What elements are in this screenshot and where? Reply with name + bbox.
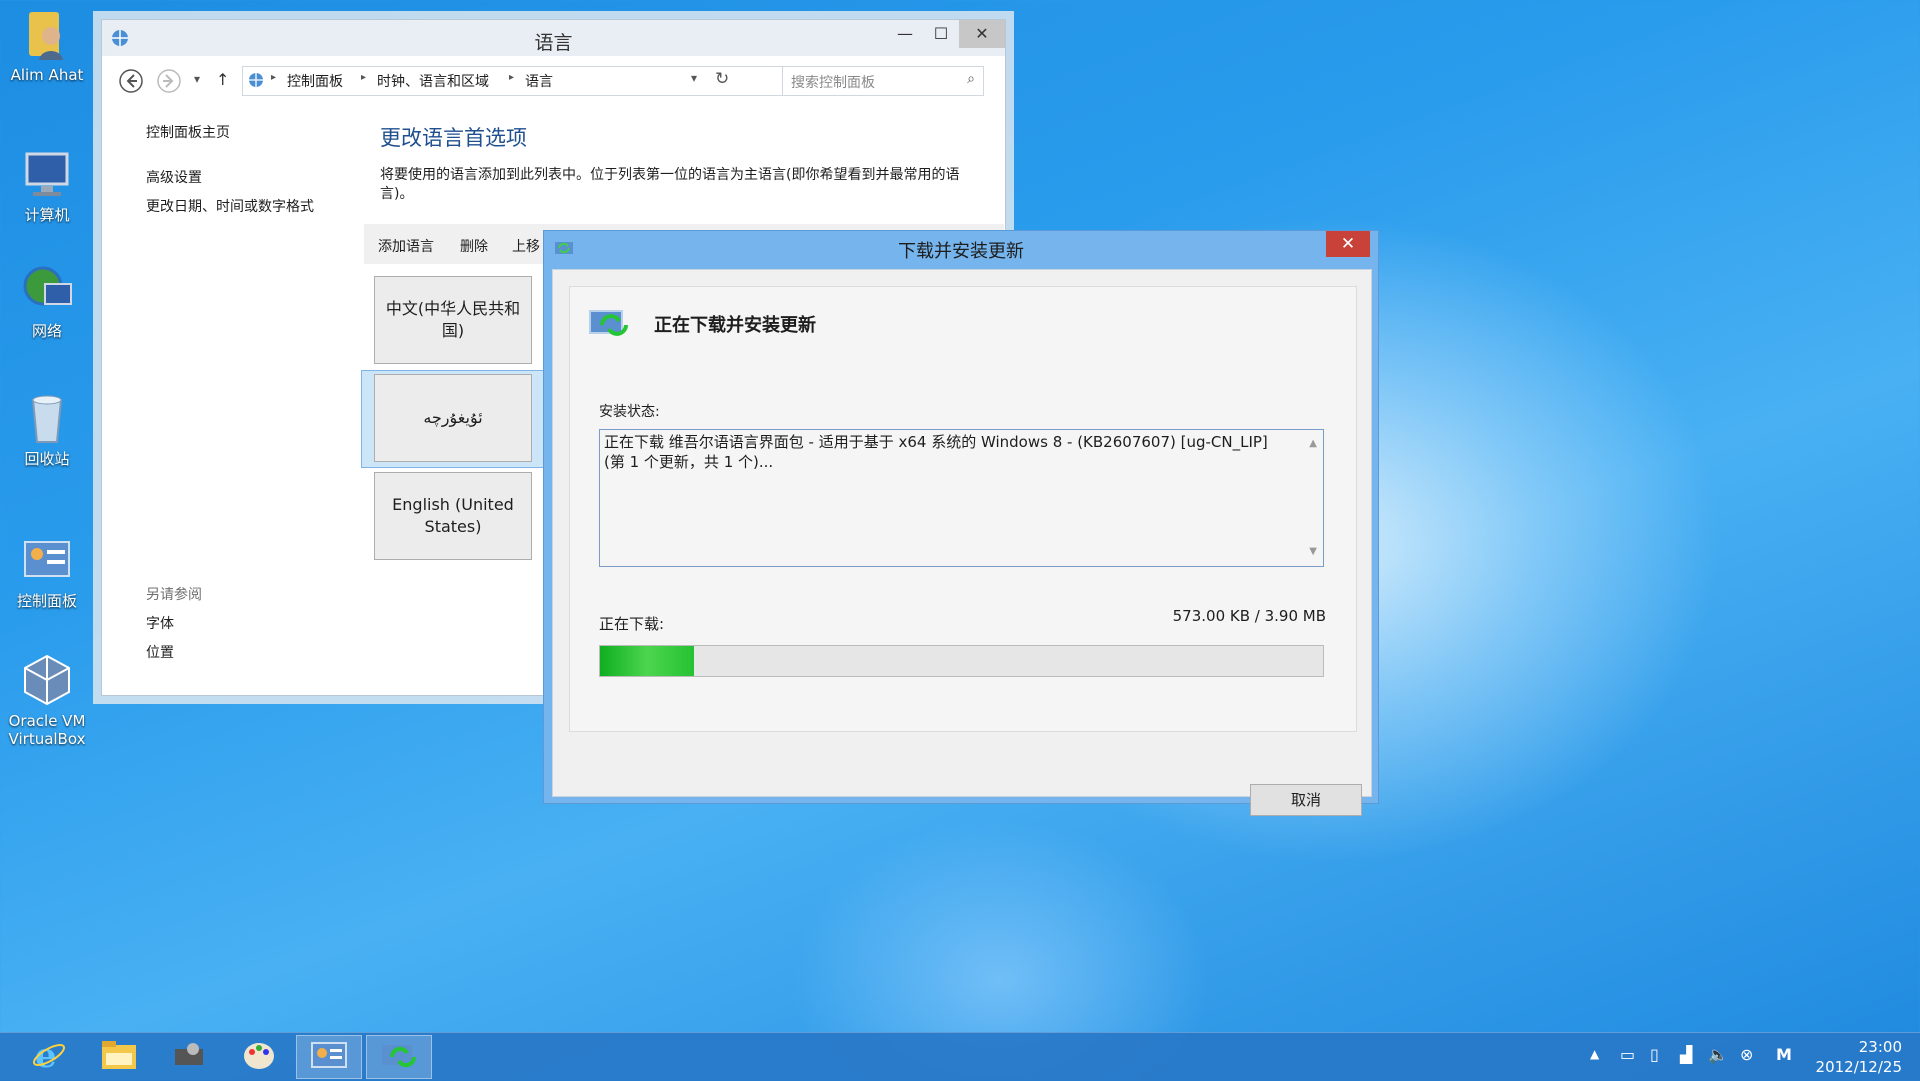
device-icon[interactable]: ▯: [1650, 1045, 1659, 1064]
chevron-right-icon: ▸: [361, 72, 367, 83]
move-up-button[interactable]: 上移: [512, 236, 540, 256]
desktop-icon-recycle[interactable]: 回收站: [6, 390, 88, 468]
minimize-button[interactable]: —: [887, 20, 923, 48]
dialog-body: 正在下载并安装更新 安装状态: 正在下载 维吾尔语语言界面包 - 适用于基于 x…: [552, 269, 1372, 816]
maximize-button[interactable]: ☐: [923, 20, 959, 48]
page-description: 将要使用的语言添加到此列表中。位于列表第一位的语言为主语言(即你希望看到并最常用…: [380, 167, 960, 202]
taskbar: e ▲ ▭ ▯ ▟ 🔈 ⊗ M 23:00 2012/12/25: [0, 1032, 1920, 1081]
nav-advanced-settings[interactable]: 高级设置: [146, 167, 202, 187]
dialog-heading: 正在下载并安装更新: [654, 315, 816, 336]
close-circle-icon[interactable]: ⊗: [1740, 1045, 1753, 1064]
download-progress-bar: [599, 645, 1324, 677]
remove-language-button[interactable]: 删除: [460, 236, 488, 256]
control-panel-icon: [310, 1039, 348, 1075]
desktop-icon-virtualbox[interactable]: Oracle VM VirtualBox: [6, 652, 88, 748]
dialog-close-button[interactable]: ✕: [1326, 231, 1370, 257]
breadcrumb-clock-language[interactable]: 时钟、语言和区域: [377, 71, 489, 91]
desktop-icon-label: Alim Ahat: [10, 66, 84, 84]
language-name: ئۇيغۇرچە: [423, 408, 483, 427]
nav-change-date-format[interactable]: 更改日期、时间或数字格式: [146, 196, 314, 216]
up-arrow-icon[interactable]: ↑: [216, 70, 229, 89]
breadcrumb-control-panel[interactable]: 控制面板: [287, 71, 343, 91]
volume-icon[interactable]: 🔈: [1708, 1045, 1728, 1064]
dialog-panel: 正在下载并安装更新 安装状态: 正在下载 维吾尔语语言界面包 - 适用于基于 x…: [569, 286, 1357, 732]
signal-icon[interactable]: ▟: [1680, 1045, 1692, 1064]
control-panel-icon: [19, 532, 75, 588]
file-explorer-icon: [100, 1039, 138, 1075]
desktop-icon-computer[interactable]: 计算机: [6, 146, 88, 224]
globe-icon: [247, 71, 265, 93]
taskbar-control-panel[interactable]: [296, 1035, 362, 1079]
search-input[interactable]: 搜索控制面板: [791, 72, 875, 92]
windows-update-icon: [380, 1039, 418, 1075]
search-icon[interactable]: ⌕: [967, 71, 975, 87]
paint-icon: [241, 1038, 277, 1076]
cancel-button[interactable]: 取消: [1250, 784, 1362, 816]
status-text: 正在下载 维吾尔语语言界面包 - 适用于基于 x64 系统的 Windows 8…: [604, 433, 1268, 471]
virtualbox-icon: [19, 652, 75, 708]
language-item-english[interactable]: English (United States): [374, 472, 532, 560]
desktop-icon-label: 网络: [31, 322, 62, 340]
language-item-uyghur[interactable]: ئۇيغۇرچە: [374, 374, 532, 462]
title-bar[interactable]: 语言 — ☐ ✕: [102, 20, 1005, 56]
progress-fill: [600, 646, 694, 676]
forward-icon[interactable]: [156, 68, 182, 98]
chevron-down-icon[interactable]: ▾: [691, 71, 697, 85]
scroll-up-icon[interactable]: ▲: [1309, 434, 1317, 454]
language-name: English (United States): [392, 495, 514, 536]
update-dialog: 下载并安装更新 ✕ 正在下载并安装更新 安装状态: 正在下载 维吾尔语语言界面包…: [543, 230, 1379, 816]
desktop-icon-label: Oracle VM VirtualBox: [8, 712, 86, 748]
taskbar-paint[interactable]: [226, 1035, 292, 1079]
taskbar-clock[interactable]: 23:00 2012/12/25: [1816, 1037, 1902, 1077]
download-size: 573.00 KB / 3.90 MB: [1172, 607, 1326, 625]
nav-control-panel-home[interactable]: 控制面板主页: [146, 122, 230, 142]
add-language-button[interactable]: 添加语言: [378, 236, 434, 256]
status-label: 安装状态:: [599, 404, 660, 420]
nav-fonts[interactable]: 字体: [146, 613, 174, 633]
desktop-icon-user[interactable]: Alim Ahat: [6, 6, 88, 84]
taskbar-internet-explorer[interactable]: e: [16, 1035, 82, 1079]
taskbar-windows-update[interactable]: [366, 1035, 432, 1079]
system-tool-icon: [171, 1039, 207, 1075]
internet-explorer-icon: e: [31, 1036, 67, 1077]
close-button[interactable]: ✕: [959, 20, 1005, 48]
address-bar[interactable]: ▸ 控制面板 ▸ 时钟、语言和区域 ▸ 语言 ▾ ↻: [242, 66, 842, 96]
dialog-title: 下载并安装更新: [898, 241, 1024, 262]
taskbar-system-tool[interactable]: [156, 1035, 222, 1079]
desktop-icon-label: 计算机: [24, 206, 70, 224]
recycle-bin-icon: [19, 390, 75, 446]
refresh-icon[interactable]: ↻: [715, 69, 729, 89]
scroll-down-icon[interactable]: ▼: [1309, 542, 1317, 562]
language-name: 中文(中华人民共和国): [385, 299, 521, 340]
nav-location[interactable]: 位置: [146, 642, 174, 662]
see-also-heading: 另请参阅: [146, 587, 202, 603]
desktop-icon-control-panel[interactable]: 控制面板: [6, 532, 88, 610]
window-title: 语言: [534, 32, 573, 54]
desktop-icon-network[interactable]: 网络: [6, 262, 88, 340]
language-item-chinese[interactable]: 中文(中华人民共和国): [374, 276, 532, 364]
show-hidden-icon[interactable]: ▲: [1590, 1047, 1599, 1061]
update-large-icon: [588, 307, 630, 345]
clock-date: 2012/12/25: [1815, 1058, 1902, 1076]
keyboard-icon[interactable]: ▭: [1620, 1045, 1635, 1064]
network-icon: [19, 262, 75, 318]
desktop-icon-label: 控制面板: [16, 592, 77, 610]
recent-dropdown-icon[interactable]: ▾: [194, 72, 200, 86]
downloading-label: 正在下载:: [599, 615, 665, 633]
chevron-right-icon: ▸: [271, 72, 277, 83]
breadcrumb-language[interactable]: 语言: [525, 71, 553, 91]
search-box[interactable]: 搜索控制面板 ⌕: [782, 66, 984, 96]
status-textarea[interactable]: 正在下载 维吾尔语语言界面包 - 适用于基于 x64 系统的 Windows 8…: [599, 429, 1324, 567]
page-title: 更改语言首选项: [380, 126, 527, 150]
desktop-icon-label: 回收站: [24, 450, 70, 468]
ime-icon[interactable]: M: [1776, 1045, 1792, 1064]
back-icon[interactable]: [118, 68, 144, 98]
user-folder-icon: [19, 6, 75, 62]
clock-time: 23:00: [1858, 1038, 1902, 1056]
chevron-right-icon: ▸: [509, 72, 515, 83]
taskbar-file-explorer[interactable]: [86, 1035, 152, 1079]
computer-icon: [19, 146, 75, 202]
